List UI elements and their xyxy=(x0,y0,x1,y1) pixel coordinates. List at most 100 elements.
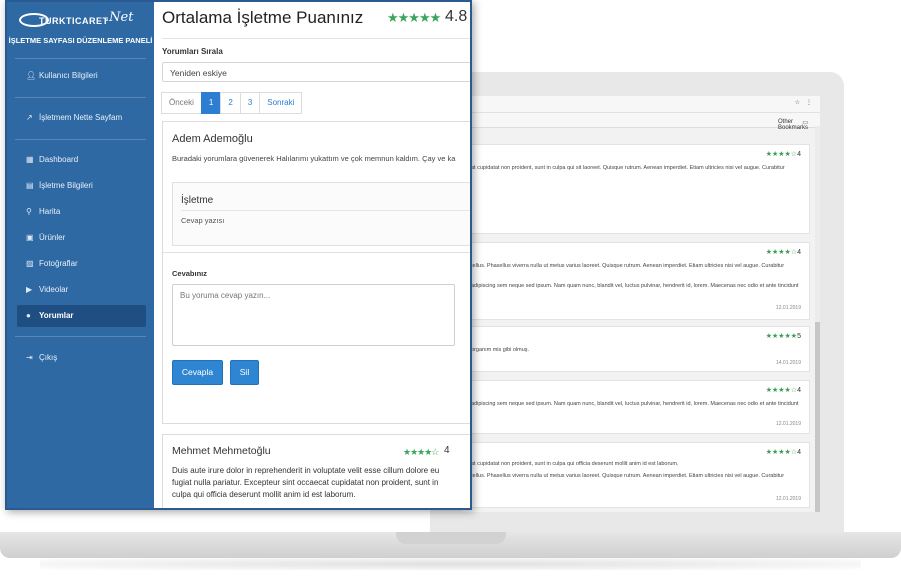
business-reply-text: Cevap yazısı xyxy=(181,216,225,225)
external-link-icon: ↗ xyxy=(26,113,33,122)
bg-review-text: tellus. Phasellus viverra nulla ut metus… xyxy=(471,263,785,269)
title-divider xyxy=(162,38,470,39)
sidebar-item-my-page[interactable]: ↗ İşletmem Nette Sayfam xyxy=(17,107,146,129)
sidebar-item-videos[interactable]: ▶ Videolar xyxy=(17,279,146,301)
bg-review-rating: ★★★★☆4 xyxy=(765,151,801,158)
sidebar-item-logout[interactable]: ⇥ Çıkış xyxy=(17,347,146,369)
review-text-line: fugiat nulla pariatur. Excepteur sint oc… xyxy=(172,478,439,487)
sidebar-item-label: İşletmem Nette Sayfam xyxy=(39,113,123,122)
admin-panel-window: TURKTICARET .Net İŞLETME SAYFASI DÜZENLE… xyxy=(5,0,472,510)
review-card: Mehmet Mehmetoğlu ★★★★☆ 4 Duis aute irur… xyxy=(162,434,470,508)
review-rating-stars: ★★★★☆ xyxy=(403,447,439,457)
bookmark-star-icon[interactable]: ☆ xyxy=(795,99,800,106)
bg-review-text: adipiscing sem neque sed ipsum. Nam quam… xyxy=(471,401,799,407)
user-icon: 👤︎ xyxy=(26,71,37,80)
reviewer-name: Adem Ademoğlu xyxy=(172,133,253,145)
sidebar-divider xyxy=(15,139,146,140)
bg-review-card: ★★★★☆4 adipiscing sem neque sed ipsum. N… xyxy=(466,380,810,434)
business-reply-box: İşletme Cevap yazısı xyxy=(172,182,470,246)
sidebar-item-label: Ürünler xyxy=(39,233,66,242)
logo-text: TURKTICARET xyxy=(39,16,109,26)
bg-review-text: at cupidatat non proident, sunt in culpa… xyxy=(471,165,785,171)
sidebar-divider xyxy=(15,58,146,59)
pagination-page-3[interactable]: 3 xyxy=(239,92,261,114)
sidebar-item-comments[interactable]: ● Yorumlar xyxy=(17,305,146,327)
bg-review-rating: ★★★★☆4 xyxy=(765,387,801,394)
logo-net-text: .Net xyxy=(105,10,134,25)
bg-review-card: ★★★★☆4 tellus. Phasellus viverra nulla u… xyxy=(466,242,810,320)
video-icon: ▶ xyxy=(26,285,33,294)
box-icon: ▣ xyxy=(26,233,34,242)
sidebar-item-user-info[interactable]: 👤︎ Kullanıcı Bilgileri xyxy=(17,65,146,87)
sidebar: TURKTICARET .Net İŞLETME SAYFASI DÜZENLE… xyxy=(7,2,154,508)
sidebar-item-dashboard[interactable]: ▦ Dashboard xyxy=(17,149,146,171)
dashboard-icon: ▦ xyxy=(26,155,34,164)
review-text-line: culpa qui officia deserunt mollit anim i… xyxy=(172,490,356,499)
business-reply-title: İşletme xyxy=(181,195,214,206)
sidebar-item-photos[interactable]: ▨ Fotoğraflar xyxy=(17,253,146,275)
bg-review-card: ★★★★☆4 at cupidatat non proident, sunt i… xyxy=(466,442,810,508)
sort-label: Yorumları Sırala xyxy=(162,47,223,56)
business-reply-divider xyxy=(181,210,470,211)
bg-review-text: adipiscing sem neque sed ipsum. Nam quam… xyxy=(471,283,799,289)
page-title: Ortalama İşletme Puanınız xyxy=(162,8,364,27)
bg-scrollbar-thumb[interactable] xyxy=(815,322,820,512)
answer-textarea[interactable]: Bu yoruma cevap yazın... xyxy=(172,284,455,346)
bg-review-card: ★★★★☆4 at cupidatat non proident, sunt i… xyxy=(466,144,810,234)
bg-review-rating: ★★★★★5 xyxy=(765,333,801,340)
reviewer-name: Mehmet Mehmetoğlu xyxy=(172,445,271,457)
bg-review-date: 12.01.2019 xyxy=(775,496,801,502)
image-icon: ▨ xyxy=(26,259,34,268)
review-body: Adem Ademoğlu Buradaki yorumlara güvener… xyxy=(163,122,470,253)
bg-review-date: 12.01.2019 xyxy=(775,421,801,427)
laptop-notch xyxy=(396,532,506,544)
bg-review-rating: ★★★★☆4 xyxy=(765,249,801,256)
browser-menu-icon[interactable]: ⋮ xyxy=(806,99,812,106)
review-text: Buradaki yorumlara güvenerek Halılarımı … xyxy=(172,154,456,163)
review-card: Adem Ademoğlu Buradaki yorumlara güvener… xyxy=(162,121,470,424)
bg-review-text: at cupidatat non proident, sunt in culpa… xyxy=(471,461,679,467)
bg-review-card: ★★★★★5 organım mis gibi olmuş. 14.01.201… xyxy=(466,326,810,372)
pagination-page-2[interactable]: 2 xyxy=(220,92,241,114)
logout-icon: ⇥ xyxy=(26,353,33,362)
average-rating-value: 4.8 xyxy=(445,8,468,25)
average-rating-stars: ★★★★★ xyxy=(387,10,441,25)
bg-review-text: tellus. Phasellus viverra nulla ut metus… xyxy=(471,473,785,479)
comment-icon: ● xyxy=(26,311,31,320)
sidebar-item-label: Harita xyxy=(39,207,61,216)
sidebar-item-business-info[interactable]: ▤ İşletme Bilgileri xyxy=(17,175,146,197)
logo[interactable]: TURKTICARET .Net xyxy=(19,10,144,32)
laptop-screen: ☆ ⋮ ▭ Other Bookmarks ★★★★☆4 at cupidata… xyxy=(462,96,820,512)
sidebar-item-map[interactable]: ⚲ Harita xyxy=(17,201,146,223)
laptop-shadow xyxy=(40,558,861,570)
sidebar-item-label: İşletme Bilgileri xyxy=(39,181,93,190)
sidebar-divider xyxy=(15,336,146,337)
reply-button[interactable]: Cevapla xyxy=(172,360,223,385)
main-content: Ortalama İşletme Puanınız ★★★★★ 4.8 Yoru… xyxy=(154,2,470,508)
review-rating-value: 4 xyxy=(444,445,450,456)
pagination-page-1[interactable]: 1 xyxy=(200,92,222,114)
pagination: Önceki 1 2 3 Sonraki xyxy=(161,92,303,114)
building-icon: ▤ xyxy=(26,181,34,190)
pagination-prev[interactable]: Önceki xyxy=(161,92,202,114)
sidebar-item-label: Dashboard xyxy=(39,155,79,164)
sidebar-item-label: Yorumlar xyxy=(39,311,74,320)
sidebar-item-label: Kullanıcı Bilgileri xyxy=(39,71,98,80)
delete-button[interactable]: Sil xyxy=(230,360,259,385)
bg-review-date: 12.01.2019 xyxy=(775,305,801,311)
sidebar-item-products[interactable]: ▣ Ürünler xyxy=(17,227,146,249)
other-bookmarks-label: Other Bookmarks xyxy=(778,119,809,131)
bg-review-text: organım mis gibi olmuş. xyxy=(471,347,530,353)
pagination-next[interactable]: Sonraki xyxy=(259,92,303,114)
review-text-line: Duis aute irure dolor in reprehenderit i… xyxy=(172,466,440,475)
bg-review-rating: ★★★★☆4 xyxy=(765,449,801,456)
sidebar-divider xyxy=(15,97,146,98)
sort-select[interactable]: Yeniden eskiye xyxy=(162,62,470,82)
sidebar-item-label: Videolar xyxy=(39,285,69,294)
answer-label: Cevabınız xyxy=(172,269,208,278)
sidebar-item-label: Fotoğraflar xyxy=(39,259,78,268)
panel-title: İŞLETME SAYFASI DÜZENLEME PANELİ xyxy=(8,36,153,45)
bookmarks-bar: ▭ Other Bookmarks xyxy=(462,113,820,131)
browser-toolbar: ☆ ⋮ xyxy=(462,96,820,113)
map-marker-icon: ⚲ xyxy=(26,207,32,216)
